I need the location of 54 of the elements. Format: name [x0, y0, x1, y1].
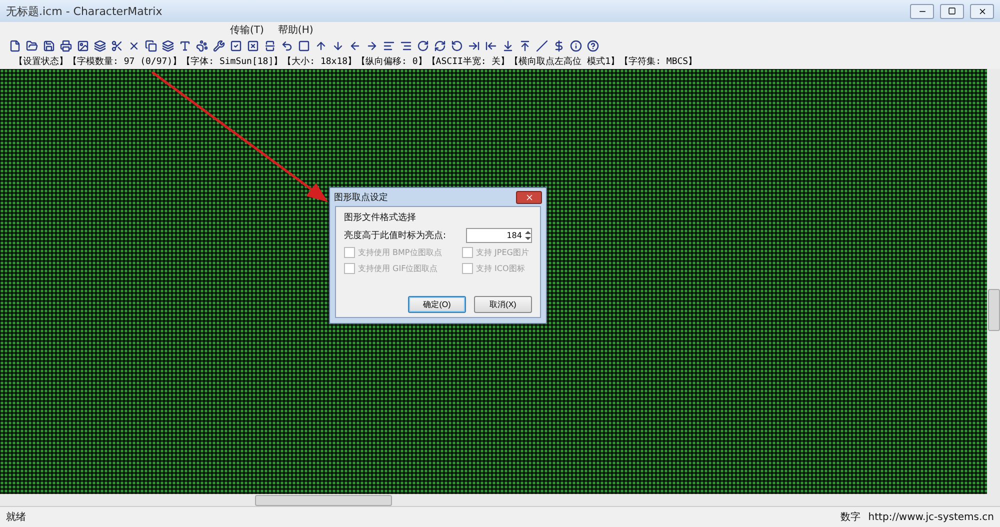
- help-icon[interactable]: [586, 39, 600, 53]
- down-align-arrow-icon[interactable]: [501, 39, 515, 53]
- right-arrow-icon[interactable]: [365, 39, 379, 53]
- group-label: 图形文件格式选择: [344, 212, 417, 224]
- file-icon[interactable]: [8, 39, 22, 53]
- save-icon[interactable]: [42, 39, 56, 53]
- x-box-icon[interactable]: [246, 39, 260, 53]
- dialog-title: 图形取点设定: [334, 192, 388, 204]
- up-align-arrow-icon[interactable]: [518, 39, 532, 53]
- paw-icon[interactable]: [195, 39, 209, 53]
- split-box-icon[interactable]: [263, 39, 277, 53]
- square-icon[interactable]: [297, 39, 311, 53]
- mode-indicator: 数字: [840, 510, 860, 524]
- menu-item[interactable]: 帮助(H): [278, 23, 314, 37]
- folder-icon[interactable]: [25, 39, 39, 53]
- close-button[interactable]: [970, 4, 994, 18]
- close-button[interactable]: [516, 190, 542, 204]
- spinner-arrows-icon[interactable]: [525, 231, 531, 240]
- threshold-spinbox[interactable]: 184: [466, 228, 532, 243]
- image-icon[interactable]: [76, 39, 90, 53]
- align-right-icon[interactable]: [399, 39, 413, 53]
- up-arrow-icon[interactable]: [314, 39, 328, 53]
- maximize-icon: [948, 7, 956, 15]
- layers-icon[interactable]: [93, 39, 107, 53]
- menu-item[interactable]: 传输(T): [230, 23, 264, 37]
- layers-icon[interactable]: [161, 39, 175, 53]
- dialog-button[interactable]: 确定(O): [408, 296, 466, 313]
- printer-icon[interactable]: [59, 39, 73, 53]
- undo-icon[interactable]: [280, 39, 294, 53]
- info-icon[interactable]: [569, 39, 583, 53]
- left-align-arrow-icon[interactable]: [484, 39, 498, 53]
- window-title: 无标题.icm - CharacterMatrix: [6, 4, 164, 18]
- rotate-icon[interactable]: [450, 39, 464, 53]
- font-icon[interactable]: [178, 39, 192, 53]
- copy-icon[interactable]: [144, 39, 158, 53]
- rotate-icon[interactable]: [416, 39, 430, 53]
- down-arrow-icon[interactable]: [331, 39, 345, 53]
- vertical-scrollbar[interactable]: [987, 69, 1000, 494]
- slash-icon[interactable]: [535, 39, 549, 53]
- checkbox-icon[interactable]: [229, 39, 243, 53]
- scissors-icon[interactable]: [110, 39, 124, 53]
- close-icon: [524, 192, 534, 202]
- maximize-button[interactable]: [940, 4, 964, 18]
- horizontal-scrollbar[interactable]: [0, 494, 1000, 506]
- align-left-icon[interactable]: [382, 39, 396, 53]
- status-text: 就绪: [6, 510, 27, 524]
- dialog-button[interactable]: 取消(X): [474, 296, 532, 313]
- wrench-icon[interactable]: [212, 39, 226, 53]
- right-align-arrow-icon[interactable]: [467, 39, 481, 53]
- threshold-label: 亮度高于此值时标为亮点:: [344, 230, 446, 242]
- refresh-icon[interactable]: [433, 39, 447, 53]
- website-url: http://www.jc-systems.cn: [868, 512, 994, 522]
- close-icon: [978, 6, 986, 16]
- left-arrow-icon[interactable]: [348, 39, 362, 53]
